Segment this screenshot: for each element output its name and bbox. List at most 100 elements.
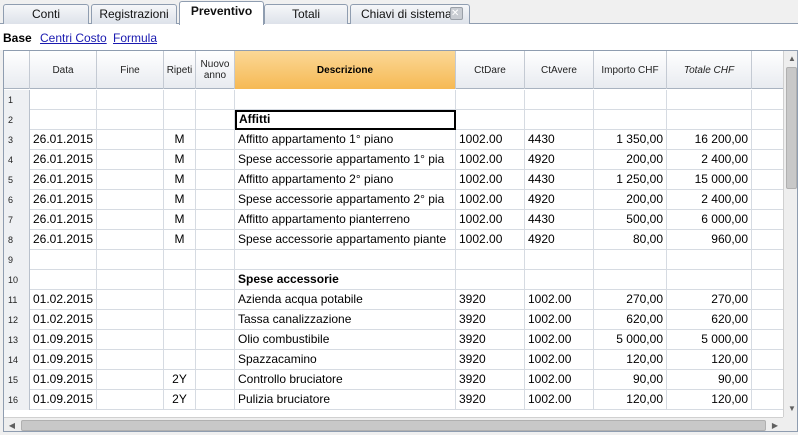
cell-nuovo-anno[interactable] [196, 90, 235, 110]
cell-data[interactable]: 26.01.2015 [30, 190, 97, 210]
header-totale-chf[interactable]: Totale CHF [667, 51, 752, 89]
cell-importo-chf[interactable] [594, 270, 667, 290]
cell-data[interactable]: 01.09.2015 [30, 350, 97, 370]
table-row[interactable]: 16 01.09.2015 2Y Pulizia bruciatore 3920 1002… [4, 390, 784, 410]
view-base[interactable]: Base [3, 31, 32, 45]
cell-ripeti[interactable] [164, 330, 196, 350]
cell-data[interactable]: 01.09.2015 [30, 370, 97, 390]
cell-importo-chf[interactable]: 200,00 [594, 190, 667, 210]
cell-importo-chf[interactable]: 80,00 [594, 230, 667, 250]
table-row[interactable]: 9 [4, 250, 784, 270]
cell-ripeti[interactable] [164, 90, 196, 110]
scroll-down-icon[interactable]: ▼ [784, 401, 797, 417]
cell-totale-chf[interactable] [667, 110, 752, 130]
scroll-up-icon[interactable]: ▲ [784, 51, 797, 67]
cell-ctavere[interactable] [525, 110, 594, 130]
cell-ctavere[interactable]: 4430 [525, 210, 594, 230]
cell-ctdare[interactable]: 3920 [456, 290, 525, 310]
tab-registrazioni[interactable]: Registrazioni [91, 4, 177, 24]
cell-importo-chf[interactable]: 1 350,00 [594, 130, 667, 150]
cell-importo-chf[interactable]: 500,00 [594, 210, 667, 230]
cell-filler[interactable] [752, 150, 784, 170]
cell-fine[interactable] [97, 390, 164, 410]
cell-ctavere[interactable] [525, 270, 594, 290]
cell-fine[interactable] [97, 170, 164, 190]
cell-fine[interactable] [97, 130, 164, 150]
cell-nuovo-anno[interactable] [196, 170, 235, 190]
cell-nuovo-anno[interactable] [196, 330, 235, 350]
cell-descrizione[interactable]: Azienda acqua potabile [235, 290, 456, 310]
cell-descrizione[interactable]: Olio combustibile [235, 330, 456, 350]
cell-descrizione[interactable]: Controllo bruciatore [235, 370, 456, 390]
cell-nuovo-anno[interactable] [196, 230, 235, 250]
cell-filler[interactable] [752, 290, 784, 310]
cell-descrizione[interactable]: Spese accessorie appartamento 1° pia [235, 150, 456, 170]
cell-nuovo-anno[interactable] [196, 190, 235, 210]
cell-ctavere[interactable]: 4430 [525, 170, 594, 190]
vertical-scroll-thumb[interactable] [786, 67, 797, 189]
cell-ctdare[interactable] [456, 110, 525, 130]
cell-filler[interactable] [752, 170, 784, 190]
cell-ctdare[interactable]: 3920 [456, 310, 525, 330]
cell-ctdare[interactable]: 3920 [456, 370, 525, 390]
cell-descrizione[interactable]: Spazzacamino [235, 350, 456, 370]
cell-fine[interactable] [97, 290, 164, 310]
cell-ctavere[interactable]: 1002.00 [525, 310, 594, 330]
cell-ctdare[interactable]: 3920 [456, 390, 525, 410]
horizontal-scroll-thumb[interactable] [21, 420, 766, 431]
cell-filler[interactable] [752, 390, 784, 410]
cell-ctdare[interactable]: 1002.00 [456, 230, 525, 250]
cell-importo-chf[interactable] [594, 90, 667, 110]
cell-ctavere[interactable]: 4920 [525, 190, 594, 210]
cell-ctavere[interactable] [525, 90, 594, 110]
cell-totale-chf[interactable]: 90,00 [667, 370, 752, 390]
cell-totale-chf[interactable]: 16 200,00 [667, 130, 752, 150]
cell-totale-chf[interactable]: 6 000,00 [667, 210, 752, 230]
cell-data[interactable]: 26.01.2015 [30, 150, 97, 170]
cell-importo-chf[interactable]: 200,00 [594, 150, 667, 170]
cell-ctdare[interactable]: 3920 [456, 350, 525, 370]
table-row[interactable]: 13 01.09.2015 Olio combustibile 3920 1002.00… [4, 330, 784, 350]
table-row[interactable]: 12 01.02.2015 Tassa canalizzazione 3920 1002… [4, 310, 784, 330]
scroll-right-icon[interactable]: ▶ [767, 418, 783, 431]
cell-fine[interactable] [97, 270, 164, 290]
cell-descrizione[interactable]: Tassa canalizzazione [235, 310, 456, 330]
cell-importo-chf[interactable]: 1 250,00 [594, 170, 667, 190]
cell-ripeti[interactable]: 2Y [164, 370, 196, 390]
cell-ripeti[interactable]: 2Y [164, 390, 196, 410]
cell-filler[interactable] [752, 210, 784, 230]
cell-totale-chf[interactable] [667, 250, 752, 270]
cell-filler[interactable] [752, 90, 784, 110]
table-row[interactable]: 2 Affitti [4, 110, 784, 130]
table-row[interactable]: 10 Spese accessorie [4, 270, 784, 290]
horizontal-scrollbar[interactable]: ◀ ▶ [4, 417, 783, 431]
scroll-left-icon[interactable]: ◀ [4, 418, 20, 431]
cell-filler[interactable] [752, 330, 784, 350]
cell-ripeti[interactable]: M [164, 210, 196, 230]
cell-importo-chf[interactable]: 120,00 [594, 350, 667, 370]
cell-filler[interactable] [752, 370, 784, 390]
cell-data[interactable]: 26.01.2015 [30, 230, 97, 250]
cell-ripeti[interactable] [164, 350, 196, 370]
cell-totale-chf[interactable] [667, 90, 752, 110]
cell-ripeti[interactable]: M [164, 150, 196, 170]
cell-ripeti[interactable] [164, 110, 196, 130]
cell-ctavere[interactable]: 4920 [525, 230, 594, 250]
cell-descrizione[interactable]: Affitto appartamento 1° piano [235, 130, 456, 150]
header-ctavere[interactable]: CtAvere [525, 51, 594, 89]
cell-nuovo-anno[interactable] [196, 110, 235, 130]
cell-ctavere[interactable]: 1002.00 [525, 350, 594, 370]
header-ripeti[interactable]: Ripeti [164, 51, 196, 89]
cell-descrizione[interactable] [235, 250, 456, 270]
cell-nuovo-anno[interactable] [196, 270, 235, 290]
cell-data[interactable]: 26.01.2015 [30, 130, 97, 150]
table-row[interactable]: 11 01.02.2015 Azienda acqua potabile 3920 10… [4, 290, 784, 310]
cell-ripeti[interactable]: M [164, 190, 196, 210]
cell-totale-chf[interactable]: 120,00 [667, 390, 752, 410]
cell-descrizione[interactable]: Affitti [235, 110, 456, 130]
cell-ripeti[interactable]: M [164, 170, 196, 190]
cell-nuovo-anno[interactable] [196, 210, 235, 230]
cell-totale-chf[interactable]: 2 400,00 [667, 150, 752, 170]
table-row[interactable]: 6 26.01.2015 M Spese accessorie appartament… [4, 190, 784, 210]
cell-importo-chf[interactable]: 620,00 [594, 310, 667, 330]
